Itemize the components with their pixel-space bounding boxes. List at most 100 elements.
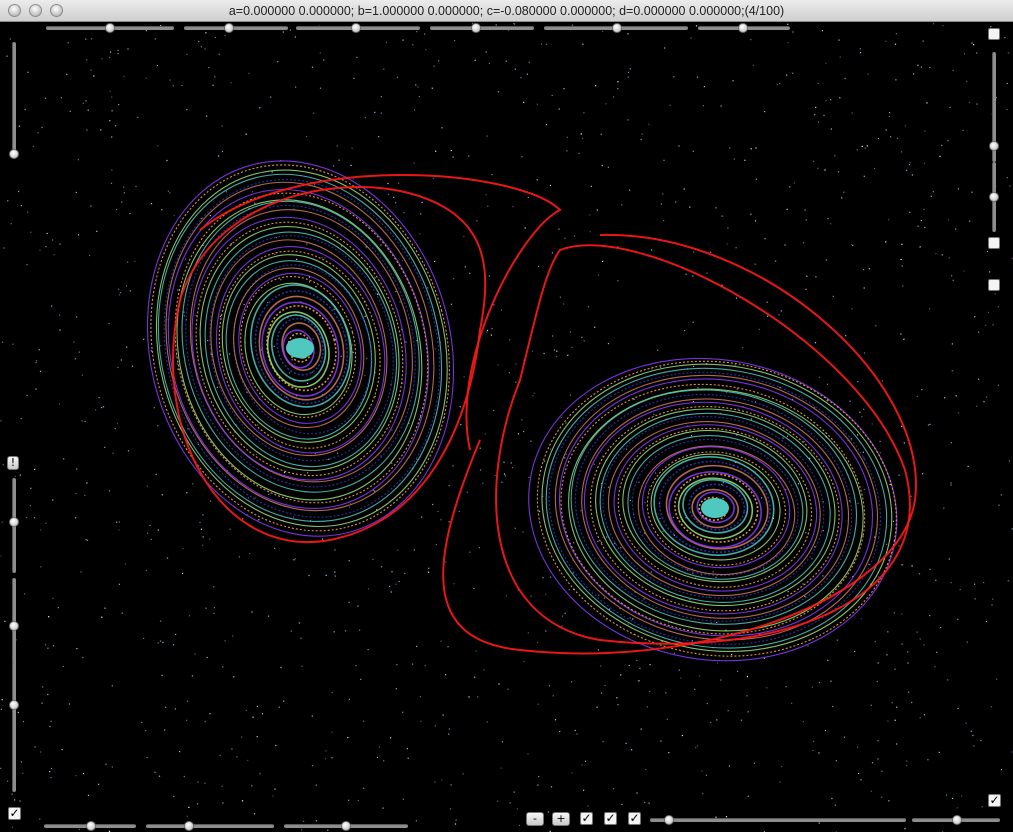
bottom-slider-2[interactable] (146, 820, 274, 832)
dust-point (504, 475, 507, 477)
checkbox-bottom-right[interactable]: ✓ (988, 794, 1001, 807)
dust-point (863, 408, 865, 410)
dust-point (445, 561, 447, 563)
dust-point (150, 203, 153, 205)
dust-point (881, 796, 883, 798)
dust-point (131, 365, 134, 367)
top-slider-6[interactable] (698, 22, 790, 34)
slider-knob[interactable] (989, 192, 999, 202)
slider-knob[interactable] (86, 821, 96, 831)
slider-knob[interactable] (9, 621, 19, 631)
dust-point (440, 519, 442, 521)
dust-point (576, 733, 578, 735)
slider-knob[interactable] (184, 821, 194, 831)
dust-point (509, 802, 511, 804)
dust-point (780, 310, 782, 312)
checkbox-bottom-left[interactable]: ✓ (8, 807, 21, 820)
right-slider-2[interactable] (988, 162, 1000, 232)
slider-knob[interactable] (612, 23, 622, 33)
dust-point (683, 188, 685, 190)
dust-point (824, 169, 826, 171)
left-slider-2[interactable] (8, 478, 20, 573)
dust-point (817, 167, 819, 169)
slider-knob[interactable] (952, 815, 962, 825)
dust-point (509, 339, 511, 341)
dust-point (976, 103, 978, 105)
dust-point (952, 69, 954, 71)
top-slider-1[interactable] (46, 22, 174, 34)
dust-point (859, 411, 861, 413)
checkbox-bottom-3[interactable]: ✓ (628, 812, 641, 825)
slider-knob[interactable] (989, 141, 999, 151)
dust-point (969, 220, 971, 222)
dust-point (987, 311, 989, 313)
dust-point (324, 758, 327, 760)
dust-point (205, 607, 207, 609)
dust-point (383, 68, 385, 70)
attractor-canvas[interactable]: ! ✓ ✓ - + ✓ ✓ ✓ (0, 22, 1013, 832)
slider-knob[interactable] (664, 815, 674, 825)
slider-knob[interactable] (341, 821, 351, 831)
dust-point (10, 223, 12, 225)
checkbox-bottom-1[interactable]: ✓ (580, 812, 593, 825)
dust-point (208, 67, 210, 69)
slider-knob[interactable] (9, 700, 19, 710)
top-slider-4[interactable] (430, 22, 534, 34)
top-slider-5[interactable] (544, 22, 688, 34)
dust-point (804, 595, 806, 597)
top-slider-3[interactable] (296, 22, 420, 34)
checkbox-right-1[interactable] (988, 28, 1000, 40)
top-slider-2[interactable] (184, 22, 288, 34)
bottom-slider-3[interactable] (284, 820, 408, 832)
slider-knob[interactable] (471, 23, 481, 33)
dust-point (129, 290, 131, 292)
checkbox-bottom-2[interactable]: ✓ (604, 812, 617, 825)
bottom-slider-4[interactable] (650, 814, 906, 826)
dust-point (12, 343, 14, 345)
right-slider-1[interactable] (988, 52, 1000, 162)
dust-point (824, 730, 827, 732)
dust-point (901, 564, 903, 566)
dust-point (293, 559, 295, 561)
dust-point (402, 259, 404, 262)
dust-point (214, 36, 216, 39)
dust-point (448, 728, 450, 730)
dust-point (47, 647, 49, 649)
dust-point (118, 521, 120, 523)
checkbox-right-3[interactable] (988, 279, 1000, 291)
plus-button[interactable]: + (552, 812, 570, 826)
dust-point (700, 517, 703, 519)
dust-point (943, 507, 945, 509)
dust-point (744, 159, 746, 161)
bottom-slider-1[interactable] (44, 820, 136, 832)
checkbox-right-2[interactable] (988, 237, 1000, 249)
bottom-slider-5[interactable] (912, 814, 1000, 826)
dust-point (515, 363, 517, 365)
dust-point (904, 125, 906, 127)
slider-knob[interactable] (224, 23, 234, 33)
dust-point (145, 569, 147, 571)
dust-point (222, 802, 224, 804)
dust-point (338, 159, 340, 161)
dust-point (558, 108, 560, 110)
slider-knob[interactable] (351, 23, 361, 33)
slider-knob[interactable] (9, 149, 19, 159)
dust-point (261, 713, 264, 715)
dust-point (396, 664, 398, 666)
dust-point (245, 133, 247, 135)
left-slider-1[interactable] (8, 42, 20, 159)
dust-point (474, 676, 476, 678)
slider-knob[interactable] (105, 23, 115, 33)
slider-knob[interactable] (738, 23, 748, 33)
dust-point (104, 446, 106, 448)
minus-button[interactable]: - (526, 812, 544, 826)
dust-point (53, 254, 55, 256)
dust-point (583, 340, 585, 342)
alert-button[interactable]: ! (7, 456, 19, 470)
dust-point (231, 748, 233, 750)
dust-point (157, 529, 159, 531)
left-slider-4[interactable] (8, 662, 20, 792)
dust-point (973, 44, 975, 46)
slider-knob[interactable] (9, 517, 19, 527)
dust-point (696, 76, 699, 78)
